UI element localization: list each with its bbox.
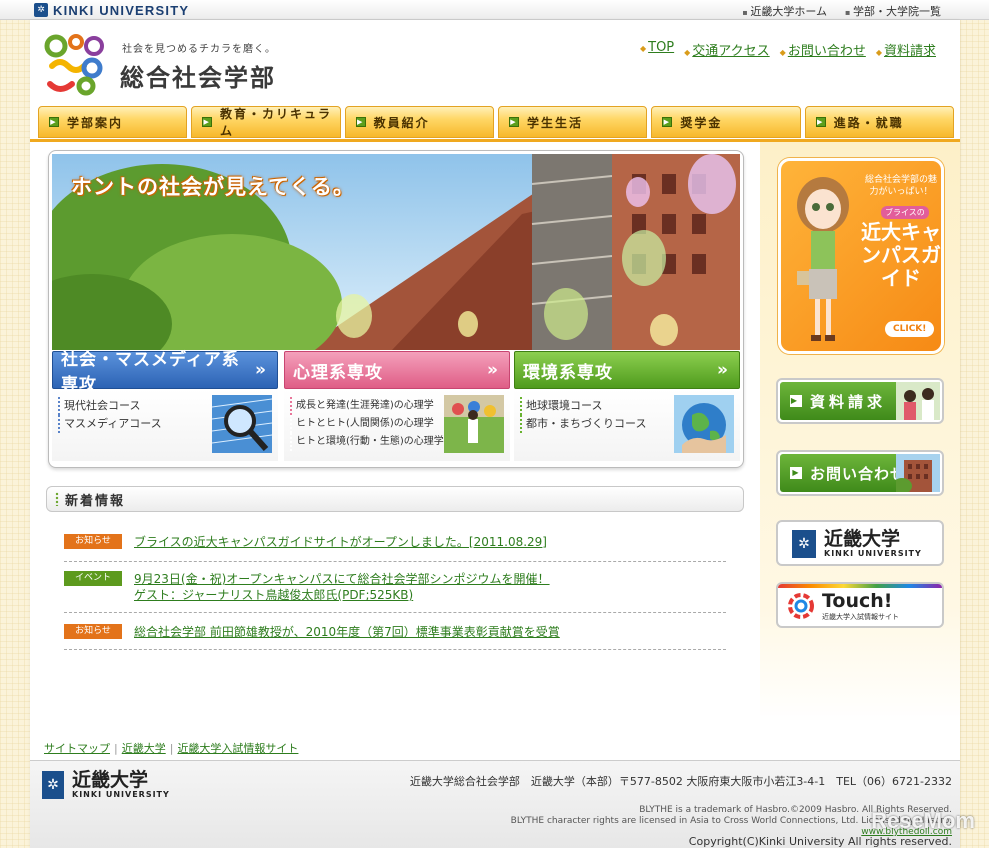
university-emblem-icon: ✲: [34, 3, 48, 17]
news-badge: イベント: [64, 571, 122, 586]
kinki-university-brand[interactable]: ✲ KINKI UNIVERSITY: [34, 2, 189, 18]
arrow-icon: ▶: [49, 117, 59, 127]
hero-title: ホントの社会が見えてくる。: [71, 175, 355, 199]
hero-panel: ホントの社会が見えてくる。 社会・マスメディア系専攻» 現代社会コース マスメデ…: [48, 150, 744, 468]
top-links: 近畿大学ホーム 学部・大学院一覧: [742, 3, 941, 19]
arrow-icon: ▶: [508, 117, 519, 127]
university-emblem-icon: ✲: [792, 530, 816, 558]
news-item: イベント 9月23日(金・祝)オープンキャンパスにて総合社会学部シンポジウムを開…: [64, 571, 726, 613]
nav-tab-about[interactable]: ▶ 学部案内: [38, 106, 188, 138]
footer-address: 近畿大学総合社会学部 近畿大学（本部）〒577-8502 大阪府東大阪市小若江3…: [409, 775, 952, 788]
footer-link-university[interactable]: 近畿大学: [122, 742, 166, 755]
major-body: 現代社会コース マスメディアコース: [52, 389, 278, 461]
header-link-request[interactable]: 資料請求: [876, 40, 936, 59]
globe-photo: [674, 395, 734, 453]
header-link-access[interactable]: 交通アクセス: [684, 40, 769, 59]
major-psychology[interactable]: 心理系専攻» 成長と発達(生涯発達)の心理学 ヒトとヒト(人間関係)の心理学 ヒ…: [284, 351, 510, 463]
guide-subcopy: 総合社会学部の魅力がいっぱい！: [864, 175, 937, 197]
touch-admission-link[interactable]: Touch! 近畿大学入試情報サイト: [776, 582, 944, 628]
nav-tab-student-life[interactable]: ▶ 学生生活: [497, 106, 648, 138]
dotted-bullet-icon: [55, 492, 59, 506]
arrow-icon: ▶: [790, 395, 802, 407]
guide-click-button[interactable]: CLICK!: [885, 321, 935, 337]
major-body: 成長と発達(生涯発達)の心理学 ヒトとヒト(人間関係)の心理学 ヒトと環境(行動…: [284, 389, 510, 461]
course-link[interactable]: ヒトと環境(行動・生態)の心理学: [290, 433, 444, 451]
arrow-icon: ▶: [202, 117, 212, 127]
guide-blythe-label: ブライスの: [881, 206, 929, 219]
news-item: お知らせ 総合社会学部 前田節雄教授が、2010年度（第7回）標準事業表彰貢献賞…: [64, 624, 726, 650]
footer: ✲ 近畿大学 KINKI UNIVERSITY 近畿大学総合社会学部 近畿大学（…: [30, 760, 960, 848]
students-photo: [896, 382, 940, 420]
major-header[interactable]: 環境系専攻»: [514, 351, 740, 389]
header-link-contact[interactable]: お問い合わせ: [780, 40, 866, 59]
magnifier-keyboard-photo: [212, 395, 272, 453]
nav-tab-curriculum[interactable]: ▶ 教育・カリキュラム: [191, 106, 341, 138]
major-environment[interactable]: 環境系専攻» 地球環境コース 都市・まちづくりコース: [514, 351, 740, 463]
color-wheel-icon: [788, 593, 814, 619]
footer-links: サイトマップ | 近畿大学 | 近畿大学入試情報サイト: [44, 742, 299, 755]
nav-tab-scholarship[interactable]: ▶ 奨学金: [651, 106, 801, 138]
campus-guide-banner[interactable]: 総合社会学部の魅力がいっぱい！ ブライスの 近大キャンパスガイド CLICK!: [778, 158, 944, 354]
double-chevron-icon: »: [487, 360, 499, 380]
university-emblem-icon: ✲: [42, 771, 64, 799]
faculty-title: 総合社会学部: [120, 64, 276, 92]
news-link[interactable]: 総合社会学部 前田節雄教授が、2010年度（第7回）標準事業表彰貢献賞を受賞: [134, 624, 560, 640]
course-link[interactable]: 都市・まちづくりコース: [520, 415, 646, 433]
top-link-home[interactable]: 近畿大学ホーム: [742, 3, 827, 19]
course-link[interactable]: 成長と発達(生涯発達)の心理学: [290, 397, 444, 415]
double-chevron-icon: »: [717, 360, 729, 380]
arrow-icon: ▶: [790, 467, 802, 479]
news-link[interactable]: 9月23日(金・祝)オープンキャンパスにて総合社会学部シンポジウムを開催！ ゲス…: [134, 571, 550, 603]
top-bar: ✲ KINKI UNIVERSITY 近畿大学ホーム 学部・大学院一覧: [0, 0, 989, 20]
building-photo: [896, 454, 940, 492]
request-materials-button[interactable]: ▶ 資料請求: [776, 378, 944, 424]
header-links: TOP 交通アクセス お問い合わせ 資料請求: [640, 40, 936, 59]
right-sidebar: 総合社会学部の魅力がいっぱい！ ブライスの 近大キャンパスガイド CLICK! …: [760, 142, 960, 722]
course-link[interactable]: ヒトとヒト(人間関係)の心理学: [290, 415, 444, 433]
major-body: 地球環境コース 都市・まちづくりコース: [514, 389, 740, 461]
touch-title: Touch!: [822, 590, 893, 612]
arrow-icon: ▶: [355, 117, 366, 127]
watermark-logo: ReseMom: [871, 808, 975, 833]
guide-title: 近大キャンパスガイド: [861, 220, 941, 290]
arrow-icon: ▶: [815, 117, 826, 127]
copyright: Copyright(C)Kinki University All rights …: [688, 835, 952, 848]
major-social-media[interactable]: 社会・マスメディア系専攻» 現代社会コース マスメディアコース: [52, 350, 278, 463]
course-link[interactable]: マスメディアコース: [58, 415, 162, 433]
news-badge: お知らせ: [64, 624, 122, 639]
news-item: お知らせ ブライスの近大キャンパスガイドサイトがオープンしました。[2011.0…: [64, 534, 726, 562]
faculty-logo-icon[interactable]: [42, 32, 110, 98]
major-header[interactable]: 社会・マスメディア系専攻»: [52, 350, 278, 395]
tagline: 社会を見つめるチカラを磨く。: [122, 44, 276, 55]
footer-link-admission[interactable]: 近畿大学入試情報サイト: [177, 742, 298, 755]
nav-tab-career[interactable]: ▶ 進路・就職: [804, 106, 954, 138]
major-header[interactable]: 心理系専攻»: [284, 351, 510, 389]
news-badge: お知らせ: [64, 534, 122, 549]
footer-university-en: KINKI UNIVERSITY: [72, 790, 170, 799]
rainbow-bar: [778, 584, 942, 588]
university-name-jp: 近畿大学: [824, 528, 901, 550]
footer-logo[interactable]: ✲ 近畿大学 KINKI UNIVERSITY: [42, 771, 170, 799]
nav-tab-faculty[interactable]: ▶ 教員紹介: [344, 106, 494, 138]
touch-subtitle: 近畿大学入試情報サイト: [822, 613, 899, 621]
course-link[interactable]: 現代社会コース: [58, 397, 162, 415]
news-heading: 新着情報: [46, 486, 744, 512]
kinki-university-link[interactable]: ✲ 近畿大学 KINKI UNIVERSITY: [776, 520, 944, 566]
footer-link-sitemap[interactable]: サイトマップ: [44, 742, 110, 755]
contact-button[interactable]: ▶ お問い合わせ: [776, 450, 944, 496]
brand-text: KINKI UNIVERSITY: [53, 2, 190, 18]
course-link[interactable]: 地球環境コース: [520, 397, 646, 415]
double-chevron-icon: »: [255, 360, 267, 380]
main-nav: ▶ 学部案内 ▶ 教育・カリキュラム ▶ 教員紹介 ▶ 学生生活 ▶ 奨学金 ▶ 進路・就職: [38, 106, 954, 140]
children-photo: [444, 395, 504, 453]
news-link[interactable]: ブライスの近大キャンパスガイドサイトがオープンしました。[2011.08.29]: [134, 534, 547, 550]
blythe-doll-illustration: [797, 177, 849, 341]
footer-university-jp: 近畿大学: [72, 769, 149, 791]
header-link-top[interactable]: TOP: [640, 40, 674, 59]
page-container: 社会を見つめるチカラを磨く。 総合社会学部 TOP 交通アクセス お問い合わせ …: [30, 20, 960, 848]
university-name-en: KINKI UNIVERSITY: [824, 549, 922, 558]
arrow-icon: ▶: [662, 117, 673, 127]
top-link-faculties[interactable]: 学部・大学院一覧: [845, 3, 941, 19]
